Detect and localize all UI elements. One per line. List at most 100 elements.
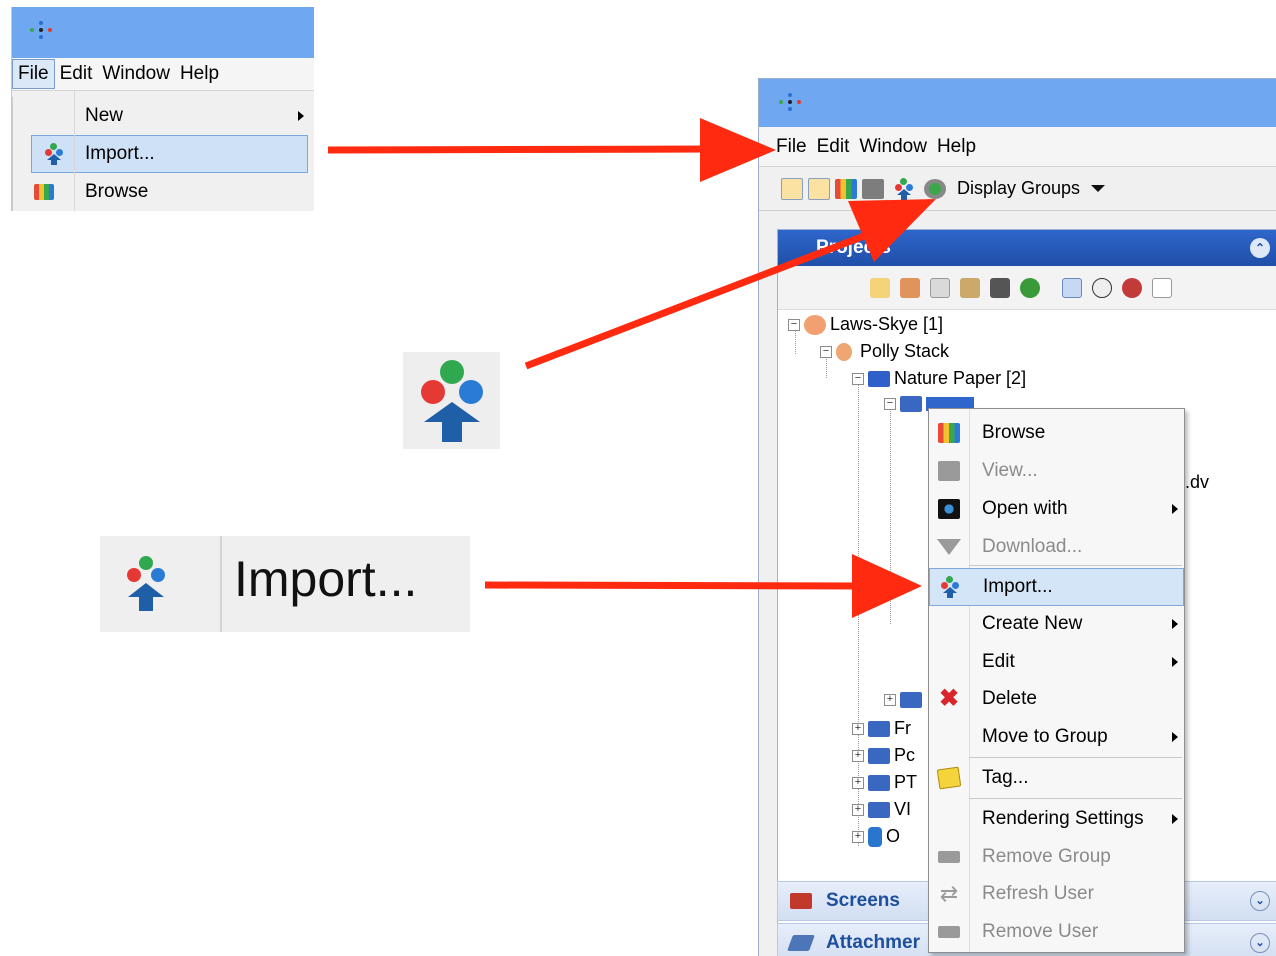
import-icon <box>421 360 483 442</box>
collapse-icon[interactable]: ⌃ <box>1250 238 1270 258</box>
ctx-refresh-user[interactable]: ⇄ Refresh User <box>929 876 1184 912</box>
menu-item-browse[interactable]: Browse <box>13 173 314 211</box>
menu-edit[interactable]: Edit <box>812 133 855 161</box>
users-icon[interactable] <box>1122 277 1142 298</box>
download-icon <box>937 539 961 555</box>
title-bar <box>759 79 1276 127</box>
ctx-delete[interactable]: ✖ Delete <box>929 681 1184 717</box>
timer-icon[interactable] <box>1092 277 1112 298</box>
tree-view-button[interactable] <box>781 177 803 200</box>
menu-window[interactable]: Window <box>97 60 175 88</box>
import-icon <box>126 556 166 611</box>
submenu-arrow-icon <box>1172 504 1178 514</box>
ctx-open-with[interactable]: Open with <box>929 491 1184 527</box>
tree-label: Fr <box>894 718 911 738</box>
menu-file[interactable]: File <box>771 133 812 161</box>
display-groups-button[interactable]: Display Groups <box>957 178 1080 199</box>
tree-label: Laws-Skye [1] <box>830 314 944 334</box>
refresh-icon[interactable] <box>1020 277 1040 298</box>
ctx-label: Tag... <box>982 767 1029 788</box>
tag-icon <box>936 766 962 790</box>
screens-icon <box>790 893 812 909</box>
viewer-button[interactable] <box>862 178 884 199</box>
project-folder-icon <box>868 370 890 387</box>
dataset-icon <box>900 396 922 412</box>
sort-az-icon[interactable] <box>1062 277 1082 298</box>
tree-item-dataset[interactable]: + Pc <box>852 745 915 766</box>
menu-file[interactable]: File <box>12 59 55 89</box>
ctx-view[interactable]: View... <box>929 453 1184 489</box>
ctx-import[interactable]: Import... <box>929 568 1184 606</box>
tree-item-dataset[interactable]: + VI <box>852 799 911 820</box>
title-bar <box>12 7 314 58</box>
tree-label: PT <box>894 772 918 792</box>
ctx-label: Edit <box>982 651 1015 672</box>
ctx-rendering-settings[interactable]: Rendering Settings <box>929 801 1184 837</box>
ctx-move-to-group[interactable]: Move to Group <box>929 719 1184 755</box>
ctx-label: Download... <box>982 536 1083 557</box>
import-icon <box>941 576 959 598</box>
ctx-edit[interactable]: Edit <box>929 644 1184 680</box>
refresh-icon: ⇄ <box>939 881 959 906</box>
paste-icon[interactable] <box>960 277 980 298</box>
menu-item-label: Browse <box>85 181 149 202</box>
ctx-tag[interactable]: Tag... <box>929 760 1184 796</box>
submenu-arrow-icon <box>1172 619 1178 629</box>
expand-icon[interactable]: ⌄ <box>1250 933 1270 953</box>
ctx-label: Move to Group <box>982 726 1108 747</box>
menu-item-new[interactable]: New <box>13 97 314 135</box>
ctx-label: View... <box>982 460 1038 481</box>
tree-item-project[interactable]: − Nature Paper [2] <box>852 368 1026 389</box>
script-icon[interactable] <box>924 178 946 199</box>
menu-item-label: Import... <box>85 143 155 164</box>
menu-help[interactable]: Help <box>932 133 981 161</box>
menu-item-import[interactable]: Import... <box>31 135 308 173</box>
view-icon <box>938 461 960 481</box>
expand-icon[interactable]: ⌄ <box>1250 891 1270 911</box>
submenu-arrow-icon <box>298 111 304 121</box>
dataset-icon <box>868 801 890 818</box>
user-icon <box>836 342 852 361</box>
arrow-file-menu <box>327 145 713 154</box>
ctx-browse[interactable]: Browse <box>929 415 1184 451</box>
edit-view-button[interactable] <box>808 177 830 200</box>
tree-item-dataset[interactable]: + PT <box>852 772 917 793</box>
tree-item-user[interactable]: − Polly Stack <box>820 341 949 362</box>
delete-icon[interactable] <box>990 277 1010 298</box>
submenu-arrow-icon <box>1172 814 1178 824</box>
new-icon[interactable] <box>870 277 890 298</box>
open-with-icon <box>938 499 960 519</box>
ctx-remove-user[interactable]: Remove User <box>929 914 1184 950</box>
menu-window[interactable]: Window <box>854 133 932 161</box>
group-icon <box>804 314 826 335</box>
projects-toolbar <box>778 266 1276 310</box>
ctx-remove-group[interactable]: Remove Group <box>929 839 1184 875</box>
app-logo-icon <box>779 93 801 115</box>
browse-button[interactable] <box>835 178 857 199</box>
tree-item-group[interactable]: − Laws-Skye [1] <box>788 314 943 335</box>
tree-item-orphaned[interactable]: + O <box>852 826 900 847</box>
tree-label: VI <box>894 799 912 819</box>
browse-icon <box>938 423 960 443</box>
ctx-label: Remove Group <box>982 846 1111 867</box>
projects-header[interactable]: Projects ⌃ <box>778 230 1276 266</box>
menu-item-label: New <box>85 105 124 126</box>
import-toolbar-button[interactable] <box>895 177 913 200</box>
menu-help[interactable]: Help <box>175 60 224 88</box>
submenu-arrow-icon <box>1172 657 1178 667</box>
copy-icon[interactable] <box>930 277 950 298</box>
ctx-download[interactable]: Download... <box>929 529 1184 565</box>
tree-item-dataset[interactable]: + Fr <box>852 718 911 739</box>
dataset-icon <box>900 692 922 708</box>
ctx-label: Import... <box>983 576 1053 597</box>
menu-bar: File Edit Window Help <box>759 127 1276 167</box>
app-logo-icon <box>30 21 52 43</box>
menu-bar: File Edit Window Help <box>12 58 314 91</box>
chevron-down-icon[interactable] <box>1091 185 1106 192</box>
ctx-create-new[interactable]: Create New <box>929 606 1184 642</box>
remove-user-icon <box>938 926 960 938</box>
menu-edit[interactable]: Edit <box>55 60 98 88</box>
cut-icon[interactable] <box>900 277 920 298</box>
tree-item-dataset[interactable]: + <box>884 692 926 708</box>
collapse-all-icon[interactable] <box>1152 277 1172 298</box>
